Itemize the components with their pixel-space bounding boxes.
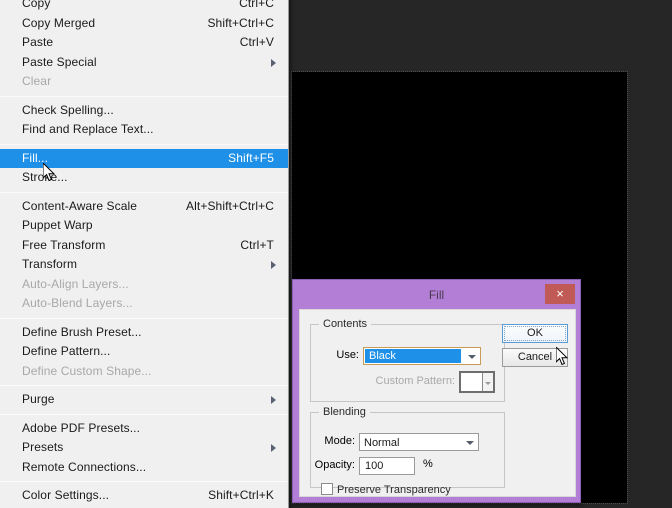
mode-dropdown[interactable]: Normal [359, 433, 479, 451]
menu-item-label: Puppet Warp [22, 216, 93, 236]
menu-item-stroke[interactable]: Stroke... [0, 168, 288, 188]
chevron-down-icon[interactable] [468, 355, 476, 359]
menu-item-label: Stroke... [22, 168, 68, 188]
blending-fieldset: Blending Mode: Normal Opacity: 100 % Pre… [310, 412, 505, 488]
menu-item-shortcut: Ctrl+C [239, 0, 274, 14]
menu-item-label: Define Pattern... [22, 342, 110, 362]
menu-item-shortcut: Shift+Ctrl+K [208, 486, 274, 506]
fill-dialog-body: Contents Use: Black Custom Pattern: Blen… [299, 309, 576, 497]
menu-item-purge[interactable]: Purge [0, 390, 288, 410]
mode-value: Normal [364, 435, 460, 451]
menu-item-label: Check Spelling... [22, 101, 114, 121]
menu-separator [0, 385, 288, 386]
menu-separator [0, 481, 288, 482]
menu-item-free-transform[interactable]: Free Transform Ctrl+T [0, 236, 288, 256]
cancel-button-label: Cancel [518, 351, 552, 363]
menu-separator [0, 144, 288, 145]
edit-context-menu[interactable]: Copy Ctrl+C Copy Merged Shift+Ctrl+C Paste Ct… [0, 0, 289, 508]
menu-item-define-brush-preset[interactable]: Define Brush Preset... [0, 323, 288, 343]
submenu-arrow-icon [271, 261, 276, 269]
fill-dialog-titlebar[interactable]: Fill × [299, 286, 574, 309]
mode-label: Mode: [315, 435, 355, 447]
opacity-input[interactable]: 100 [359, 457, 415, 475]
preserve-transparency-checkbox[interactable] [321, 483, 333, 495]
menu-item-shortcut: Shift+Ctrl+C [207, 14, 274, 34]
submenu-arrow-icon [271, 396, 276, 404]
use-dropdown[interactable]: Black [363, 347, 481, 365]
submenu-arrow-icon [271, 59, 276, 67]
menu-item-label: Paste [22, 33, 53, 53]
menu-item-label: Free Transform [22, 236, 105, 256]
menu-separator [0, 414, 288, 415]
menu-item-find-and-replace-text[interactable]: Find and Replace Text... [0, 120, 288, 140]
menu-separator [0, 318, 288, 319]
menu-item-define-pattern[interactable]: Define Pattern... [0, 342, 288, 362]
custom-pattern-swatch[interactable] [459, 371, 495, 393]
menu-item-copy-merged[interactable]: Copy Merged Shift+Ctrl+C [0, 14, 288, 34]
chevron-down-icon[interactable] [466, 441, 474, 445]
fill-dialog[interactable]: Fill × Contents Use: Black Custom Patter… [292, 279, 581, 503]
custom-pattern-label: Custom Pattern: [331, 375, 455, 387]
menu-item-label: Content-Aware Scale [22, 197, 137, 217]
menu-item-label: Auto-Blend Layers... [22, 294, 133, 314]
ok-focus-ring [504, 326, 566, 341]
menu-item-check-spelling[interactable]: Check Spelling... [0, 101, 288, 121]
menu-separator [0, 96, 288, 97]
menu-item-label: Define Brush Preset... [22, 323, 142, 343]
opacity-unit: % [423, 458, 433, 470]
menu-item-auto-blend-layers: Auto-Blend Layers... [0, 294, 288, 314]
menu-item-label: Adobe PDF Presets... [22, 419, 140, 439]
opacity-label: Opacity: [311, 459, 355, 471]
fill-dialog-title: Fill [299, 288, 574, 302]
menu-item-shortcut: Shift+F5 [228, 149, 274, 169]
contents-fieldset: Contents Use: Black Custom Pattern: [310, 324, 505, 402]
ok-button[interactable]: OK [502, 324, 568, 343]
menu-item-label: Find and Replace Text... [22, 120, 154, 140]
menu-item-fill[interactable]: Fill... Shift+F5 [0, 149, 288, 169]
menu-item-label: Remote Connections... [22, 458, 146, 478]
menu-item-label: Define Custom Shape... [22, 362, 152, 382]
close-icon[interactable]: × [545, 284, 575, 304]
menu-item-label: Transform [22, 255, 77, 275]
menu-item-label: Color Settings... [22, 486, 109, 506]
menu-item-paste[interactable]: Paste Ctrl+V [0, 33, 288, 53]
pattern-chevron-down-icon[interactable] [483, 373, 493, 391]
menu-item-paste-special[interactable]: Paste Special [0, 53, 288, 73]
menu-item-puppet-warp[interactable]: Puppet Warp [0, 216, 288, 236]
use-label: Use: [317, 349, 359, 361]
submenu-arrow-icon [271, 444, 276, 452]
menu-item-label: Auto-Align Layers... [22, 275, 129, 295]
menu-item-shortcut: Ctrl+T [240, 236, 274, 256]
menu-item-remote-connections[interactable]: Remote Connections... [0, 458, 288, 478]
menu-item-label: Copy [22, 0, 50, 14]
menu-item-transform[interactable]: Transform [0, 255, 288, 275]
menu-item-label: Fill... [22, 149, 48, 169]
menu-item-auto-align-layers: Auto-Align Layers... [0, 275, 288, 295]
menu-item-label: Purge [22, 390, 55, 410]
use-value: Black [369, 348, 462, 364]
menu-item-presets[interactable]: Presets [0, 438, 288, 458]
cancel-button[interactable]: Cancel [502, 348, 568, 367]
menu-item-clear: Clear [0, 72, 288, 92]
menu-item-adobe-pdf-presets[interactable]: Adobe PDF Presets... [0, 419, 288, 439]
menu-item-label: Presets [22, 438, 63, 458]
menu-item-define-custom-shape: Define Custom Shape... [0, 362, 288, 382]
contents-legend: Contents [319, 318, 371, 330]
blending-legend: Blending [319, 406, 370, 418]
menu-item-copy[interactable]: Copy Ctrl+C [0, 0, 288, 14]
menu-item-content-aware-scale[interactable]: Content-Aware Scale Alt+Shift+Ctrl+C [0, 197, 288, 217]
menu-item-color-settings[interactable]: Color Settings... Shift+Ctrl+K [0, 486, 288, 506]
menu-item-label: Clear [22, 72, 51, 92]
pattern-preview [461, 373, 483, 391]
preserve-transparency-label: Preserve Transparency [337, 484, 451, 496]
menu-item-label: Paste Special [22, 53, 97, 73]
menu-item-label: Copy Merged [22, 14, 95, 34]
menu-separator [0, 192, 288, 193]
menu-item-shortcut: Alt+Shift+Ctrl+C [186, 197, 274, 217]
menu-item-shortcut: Ctrl+V [240, 33, 274, 53]
preserve-transparency-row[interactable]: Preserve Transparency [321, 483, 451, 497]
